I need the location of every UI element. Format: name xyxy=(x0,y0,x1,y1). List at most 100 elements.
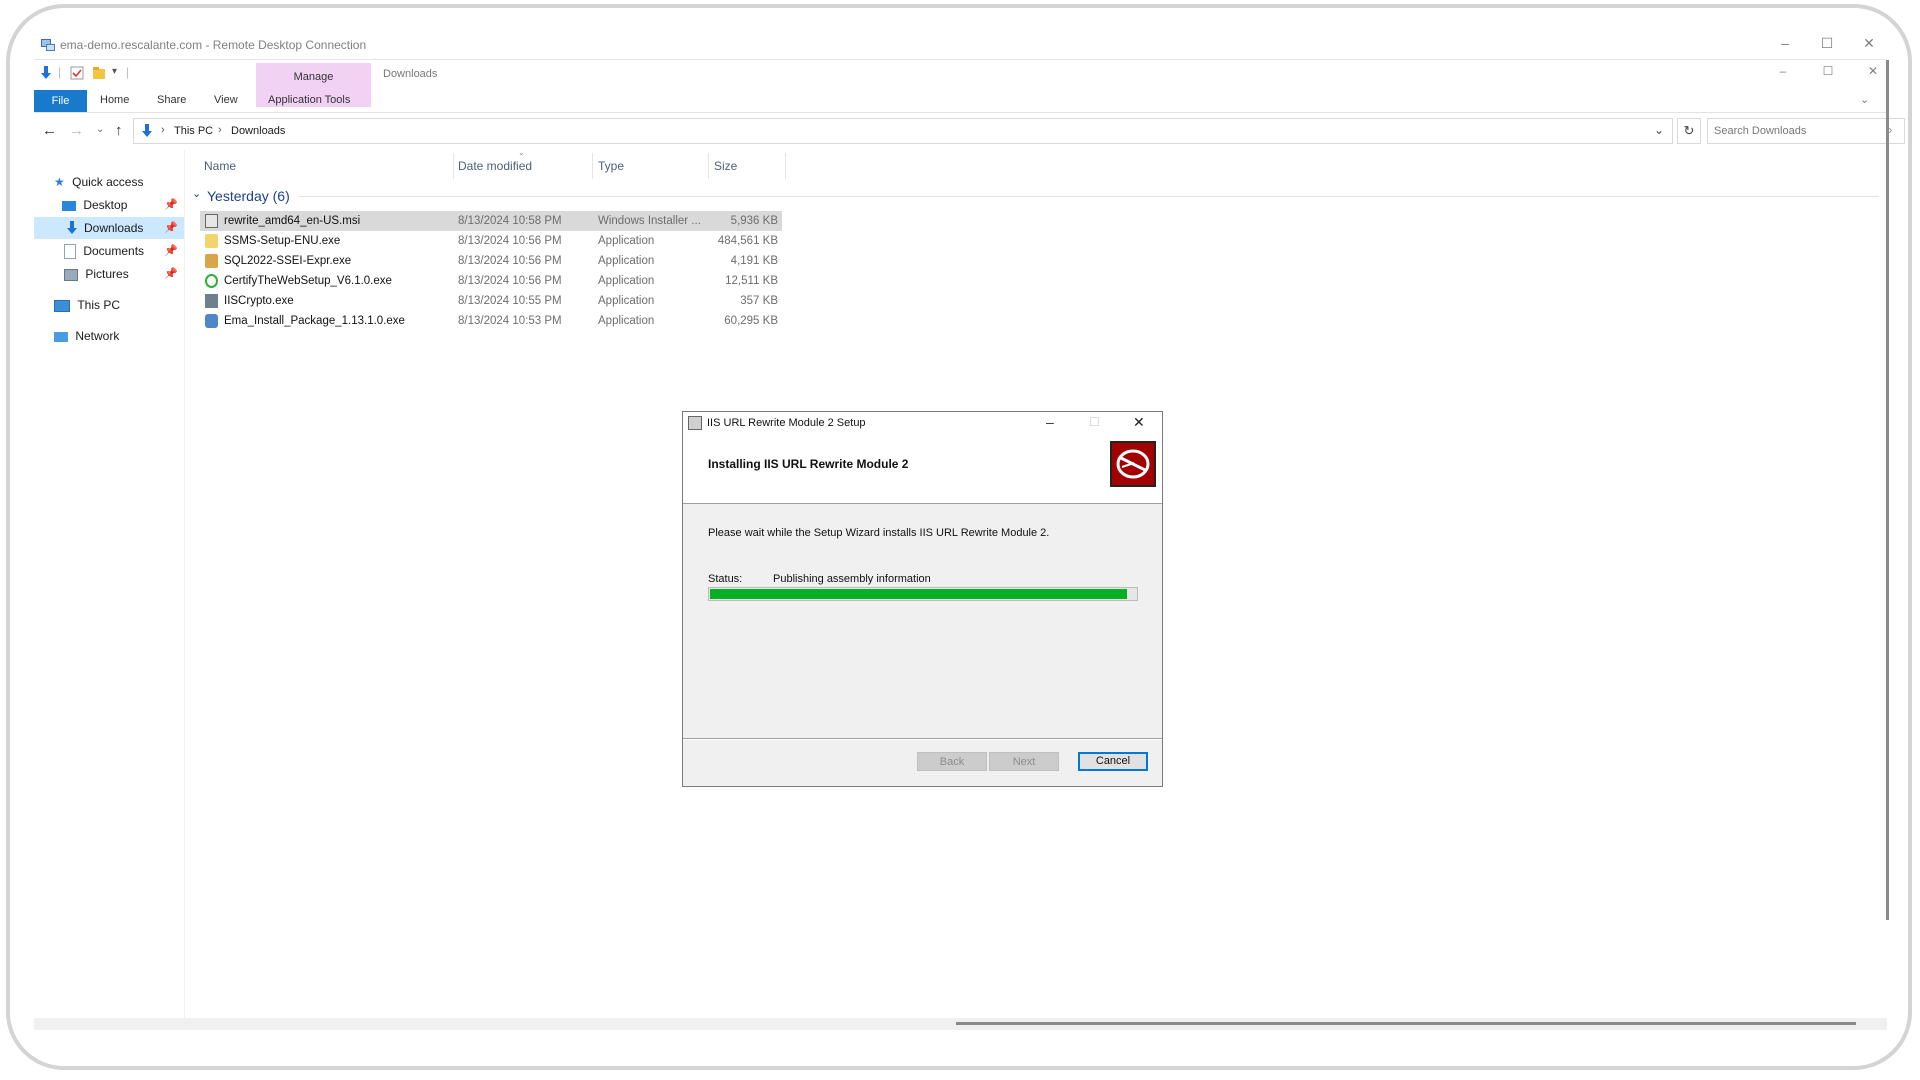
up-arrow-icon[interactable]: ↑ xyxy=(115,122,123,139)
refresh-button[interactable]: ↻ xyxy=(1677,118,1701,144)
pin-icon[interactable]: 📌 xyxy=(164,263,178,285)
download-icon xyxy=(67,221,77,234)
nav-documents[interactable]: Documents 📌 xyxy=(64,240,184,262)
properties-icon[interactable] xyxy=(70,66,84,80)
column-header-type[interactable]: Type xyxy=(598,159,624,173)
file-date: 8/13/2024 10:55 PM xyxy=(458,295,562,307)
file-name: IISCrypto.exe xyxy=(224,295,294,307)
file-type: Application xyxy=(598,275,655,287)
qat-dropdown-icon[interactable]: ▾ xyxy=(112,66,117,77)
explorer-close-button[interactable]: ✕ xyxy=(1858,64,1888,78)
ribbon-tab-share[interactable]: Share xyxy=(157,94,186,106)
column-header-name[interactable]: Name xyxy=(204,159,236,173)
file-size: 5,936 KB xyxy=(730,215,778,227)
file-size: 484,561 KB xyxy=(717,235,778,247)
nav-label: Documents xyxy=(83,244,145,258)
file-date: 8/13/2024 10:53 PM xyxy=(458,315,562,327)
iis-logo-icon xyxy=(1110,441,1156,487)
ribbon-tab-home[interactable]: Home xyxy=(100,94,129,106)
nav-network[interactable]: Network xyxy=(54,325,184,347)
documents-icon xyxy=(64,244,76,260)
file-date: 8/13/2024 10:56 PM xyxy=(458,235,562,247)
group-divider xyxy=(299,196,1879,197)
nav-label: Quick access xyxy=(72,175,144,189)
file-size: 12,511 KB xyxy=(725,275,778,287)
group-header[interactable]: ⌄ Yesterday (6) xyxy=(192,186,1880,206)
progress-fill xyxy=(710,589,1127,599)
file-row[interactable]: CertifyTheWebSetup_V6.1.0.exe 8/13/2024 … xyxy=(200,271,782,291)
nav-this-pc[interactable]: This PC xyxy=(54,294,184,316)
dialog-close-button[interactable]: ✕ xyxy=(1133,414,1145,431)
breadcrumb-this-pc[interactable]: This PC xyxy=(174,125,213,137)
nav-desktop[interactable]: Desktop 📌 xyxy=(62,194,184,216)
nav-label: Network xyxy=(75,329,120,343)
file-row[interactable]: Ema_Install_Package_1.13.1.0.exe 8/13/20… xyxy=(200,311,782,331)
recent-locations-icon[interactable]: ⌄ xyxy=(96,124,104,135)
file-row[interactable]: SSMS-Setup-ENU.exe 8/13/2024 10:56 PM Ap… xyxy=(200,231,782,251)
ema-icon xyxy=(205,314,218,328)
ribbon-tab-application-tools[interactable]: Application Tools xyxy=(268,94,350,106)
pin-icon[interactable]: 📌 xyxy=(164,194,178,216)
manage-tab-label: Manage xyxy=(293,71,334,83)
file-size: 4,191 KB xyxy=(730,255,778,267)
file-type: Application xyxy=(598,295,655,307)
nav-pictures[interactable]: Pictures 📌 xyxy=(64,263,184,285)
dialog-footer-divider xyxy=(683,738,1162,740)
file-name: Ema_Install_Package_1.13.1.0.exe xyxy=(224,315,405,327)
new-folder-icon[interactable] xyxy=(92,66,106,80)
rdp-window-title: ema-demo.rescalante.com - Remote Desktop… xyxy=(60,38,367,52)
iiscrypto-icon xyxy=(205,294,218,308)
nav-label: Downloads xyxy=(84,221,144,235)
file-row[interactable]: IISCrypto.exe 8/13/2024 10:55 PM Applica… xyxy=(200,291,782,311)
nav-label: This PC xyxy=(77,298,121,312)
column-separator xyxy=(708,153,709,179)
dialog-titlebar: IIS URL Rewrite Module 2 Setup – ☐ ✕ xyxy=(683,412,1162,436)
network-icon xyxy=(54,331,68,342)
download-arrow-icon[interactable] xyxy=(38,65,54,81)
dialog-banner: Installing IIS URL Rewrite Module 2 xyxy=(683,436,1162,504)
horizontal-scrollbar[interactable] xyxy=(956,1022,1856,1025)
msi-icon xyxy=(205,214,218,228)
column-header-size[interactable]: Size xyxy=(714,159,737,173)
explorer-minimize-button[interactable]: – xyxy=(1768,64,1798,78)
pin-icon[interactable]: 📌 xyxy=(164,240,178,262)
breadcrumb-downloads[interactable]: Downloads xyxy=(231,125,285,137)
ribbon-tab-view[interactable]: View xyxy=(214,94,238,106)
pin-icon[interactable]: 📌 xyxy=(164,217,178,239)
ribbon-divider xyxy=(34,112,1887,113)
column-header-date[interactable]: Date modified xyxy=(458,159,532,173)
navigation-pane: ★ Quick access Desktop 📌 Downloads 📌 Doc… xyxy=(34,150,185,1018)
nav-downloads[interactable]: Downloads 📌 xyxy=(34,217,184,239)
explorer-maximize-button[interactable]: ☐ xyxy=(1813,64,1843,78)
rdp-app-icon xyxy=(41,39,55,51)
cancel-button[interactable]: Cancel xyxy=(1078,752,1148,771)
address-box[interactable]: › This PC › Downloads ⌄ xyxy=(133,118,1673,144)
file-name: rewrite_amd64_en-US.msi xyxy=(224,215,361,227)
address-dropdown-icon[interactable]: ⌄ xyxy=(1654,123,1664,137)
file-row[interactable]: rewrite_amd64_en-US.msi 8/13/2024 10:58 … xyxy=(200,211,782,231)
back-button: Back xyxy=(917,752,987,771)
rdp-close-button[interactable]: ✕ xyxy=(1854,35,1884,52)
installer-icon xyxy=(688,416,702,430)
nav-quick-access[interactable]: ★ Quick access xyxy=(54,171,184,193)
status-label: Status: xyxy=(708,573,743,585)
ribbon-tab-file[interactable]: File xyxy=(34,90,87,112)
forward-arrow-icon[interactable]: → xyxy=(69,122,84,139)
dialog-maximize-button: ☐ xyxy=(1089,415,1100,429)
quick-access-toolbar: | ▾ | xyxy=(34,63,144,85)
file-name: SSMS-Setup-ENU.exe xyxy=(224,235,341,247)
rdp-minimize-button[interactable]: – xyxy=(1770,35,1800,51)
column-separator xyxy=(592,153,593,179)
file-size: 60,295 KB xyxy=(724,315,778,327)
column-separator xyxy=(785,153,786,179)
file-size: 357 KB xyxy=(740,295,778,307)
navigation-bar: ← → ⌄ ↑ › This PC › Downloads ⌄ ↻ Search… xyxy=(34,118,1905,146)
rdp-titlebar: ema-demo.rescalante.com - Remote Desktop… xyxy=(34,33,1887,60)
dialog-minimize-button[interactable]: – xyxy=(1046,414,1054,430)
rdp-maximize-button[interactable]: ☐ xyxy=(1812,35,1842,52)
file-row[interactable]: SQL2022-SSEI-Expr.exe 8/13/2024 10:56 PM… xyxy=(200,251,782,271)
vertical-scrollbar[interactable] xyxy=(1886,60,1889,920)
back-arrow-icon[interactable]: ← xyxy=(42,122,57,139)
search-box[interactable]: Search Downloads ⌕ xyxy=(1707,118,1905,144)
ribbon-expand-icon[interactable]: ⌄ xyxy=(1860,93,1869,106)
